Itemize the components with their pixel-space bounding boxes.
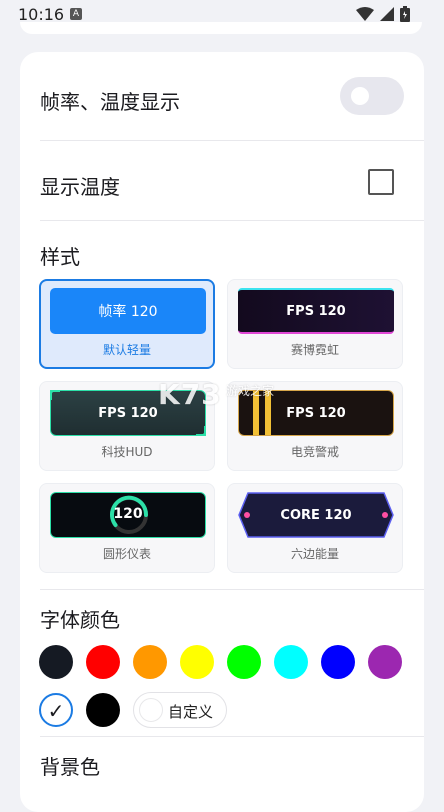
style-option-cyber-neon[interactable]: FPS 120 赛博霓虹 [227, 279, 403, 369]
style-caption: 圆形仪表 [102, 547, 151, 561]
style-caption: 电竞警戒 [290, 445, 339, 459]
color-swatch-yellow[interactable] [180, 645, 214, 679]
fps-temp-display-label: 帧率、温度显示 [40, 90, 180, 114]
font-color-section-title: 字体颜色 [40, 608, 120, 632]
style-option-circular-gauge[interactable]: 120 圆形仪表 [39, 483, 215, 573]
style-preview-text: 120 [113, 506, 143, 522]
color-swatch-cyan[interactable] [274, 645, 308, 679]
style-option-default-light[interactable]: 帧率 120 默认轻量 [39, 279, 215, 369]
fps-temp-display-toggle[interactable] [340, 77, 404, 115]
style-preview-text: FPS 120 [286, 405, 346, 421]
divider [40, 736, 424, 737]
show-temperature-checkbox[interactable] [368, 169, 394, 195]
check-icon: ✓ [47, 699, 65, 723]
color-swatch-blue[interactable] [321, 645, 355, 679]
style-section-title: 样式 [40, 245, 80, 269]
style-caption: 科技HUD [101, 445, 153, 459]
notification-badge: A [70, 8, 82, 20]
watermark-subtitle: 游戏之家 [226, 384, 275, 398]
style-caption: 赛博霓虹 [290, 343, 339, 357]
divider [40, 140, 424, 141]
color-swatch-green[interactable] [227, 645, 261, 679]
previous-card-edge [20, 22, 422, 34]
hud-corner [196, 426, 206, 436]
toggle-knob [351, 87, 369, 105]
hud-corner [50, 390, 60, 400]
battery-icon [400, 6, 410, 22]
style-preview: FPS 120 [238, 288, 394, 334]
style-option-hex-energy[interactable]: CORE 120 六边能量 [227, 483, 403, 573]
color-swatch-orange[interactable] [133, 645, 167, 679]
show-temperature-label: 显示温度 [40, 175, 120, 199]
style-preview-text: FPS 120 [98, 405, 158, 421]
watermark-logo: K73 [158, 378, 222, 411]
color-swatch-dark[interactable] [39, 645, 73, 679]
divider [40, 589, 424, 590]
color-swatch-red[interactable] [86, 645, 120, 679]
color-swatch-purple[interactable] [368, 645, 402, 679]
divider [40, 220, 424, 221]
color-swatch-white-selected[interactable]: ✓ [39, 693, 73, 727]
custom-color-label: 自定义 [168, 703, 214, 721]
custom-color-preview [139, 698, 163, 722]
custom-color-button[interactable]: 自定义 [133, 692, 227, 728]
style-caption: 六边能量 [290, 547, 339, 561]
style-preview: CORE 120 [238, 492, 394, 538]
signal-icon [380, 7, 394, 21]
style-caption: 默认轻量 [102, 343, 151, 357]
background-color-section-title: 背景色 [40, 755, 100, 779]
style-preview: 120 [50, 492, 206, 538]
color-swatch-black[interactable] [86, 693, 120, 727]
style-preview: 帧率 120 [50, 288, 206, 334]
style-preview-text: CORE 120 [280, 507, 352, 523]
wifi-icon [356, 7, 374, 21]
